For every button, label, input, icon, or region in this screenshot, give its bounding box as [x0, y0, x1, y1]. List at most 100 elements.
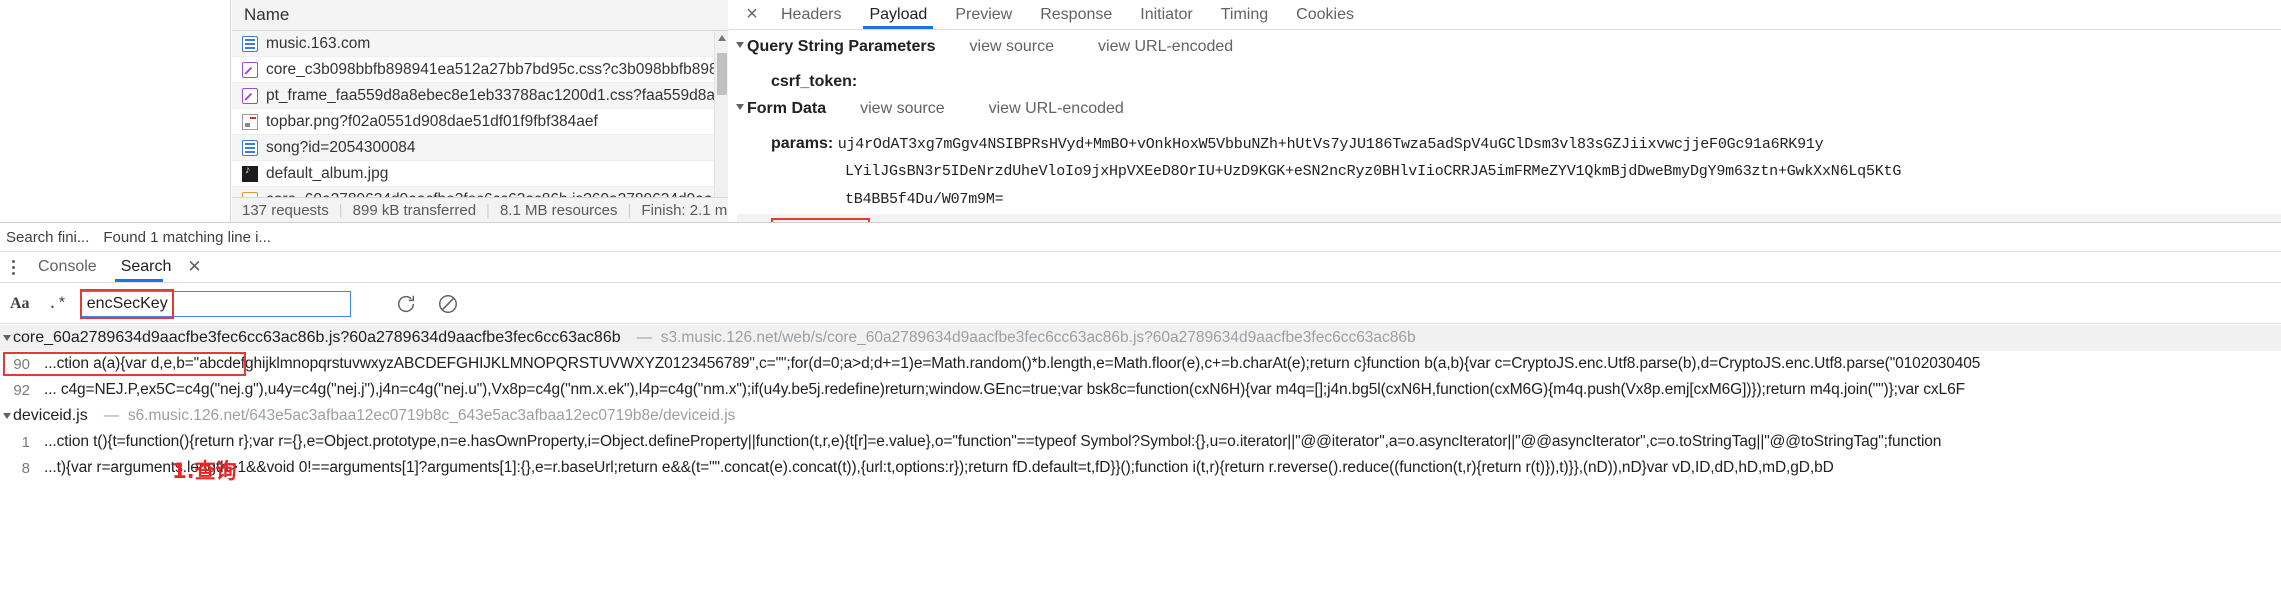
- result-line-code: ... c4g=NEJ.P,ex5C=c4g("nej.g"),u4y=c4g(…: [44, 381, 1965, 398]
- result-file-url: — s6.music.126.net/643e5ac3afbaa12ec0719…: [103, 407, 736, 424]
- tab-preview[interactable]: Preview: [941, 0, 1026, 29]
- query-string-section-header[interactable]: Query String Parameters view source view…: [736, 38, 2281, 68]
- form-view-source-link[interactable]: view source: [860, 100, 944, 118]
- request-name: music.163.com: [266, 34, 371, 52]
- form-data-section-header[interactable]: Form Data view source view URL-encoded: [736, 100, 2281, 130]
- search-drawer: Search fini... Found 1 matching line i..…: [0, 222, 2281, 602]
- request-name: song?id=2054300084: [266, 138, 416, 156]
- annotation-1: 1.查询: [172, 459, 237, 483]
- summary-transferred: 899 kB transferred: [352, 201, 477, 219]
- search-finished-label: Search fini...: [6, 228, 90, 246]
- more-options-icon[interactable]: [0, 252, 26, 282]
- close-search-tab-icon[interactable]: ✕: [179, 257, 209, 277]
- chevron-down-icon[interactable]: [3, 413, 11, 419]
- result-line-number: 1: [21, 433, 30, 451]
- query-view-source-link[interactable]: view source: [970, 38, 1054, 56]
- tab-cookies[interactable]: Cookies: [1282, 0, 1368, 29]
- chevron-down-icon[interactable]: [3, 335, 11, 341]
- result-file-name: deviceid.js: [13, 407, 88, 424]
- params-value-line3: tB4BB5f4Du/W07m9M=: [845, 191, 1004, 208]
- tab-response[interactable]: Response: [1026, 0, 1126, 29]
- document-icon: [242, 35, 258, 52]
- summary-divider: |: [338, 201, 343, 219]
- waterfall-blank-area: [0, 0, 231, 222]
- request-name: topbar.png?f02a0551d908dae51df01f9fbf384…: [266, 112, 598, 130]
- summary-requests: 137 requests: [242, 201, 329, 219]
- summary-divider: |: [486, 201, 490, 219]
- close-icon[interactable]: ×: [737, 0, 767, 29]
- search-matches-label: Found 1 matching line i...: [103, 228, 271, 246]
- summary-divider: |: [627, 201, 632, 219]
- request-detail-pane: × Headers Payload Preview Response Initi…: [729, 0, 2281, 270]
- devtools-window: Name music.163.com core_c3b098bbfb898941…: [0, 0, 2281, 602]
- image-icon: [242, 164, 258, 182]
- search-results: core_60a2789634d9aacfbe3fec6cc63ac86b.js…: [0, 325, 2281, 481]
- tab-console[interactable]: Console: [26, 252, 109, 282]
- scroll-up-arrow-icon[interactable]: [718, 35, 726, 41]
- tab-headers[interactable]: Headers: [767, 0, 855, 29]
- refresh-icon[interactable]: [395, 293, 417, 315]
- network-summary-bar: 137 requests | 899 kB transferred | 8.1 …: [232, 197, 728, 222]
- request-name: core_c3b098bbfb898941ea512a27bb7bd95c.cs…: [266, 60, 728, 78]
- search-status-bar: Search fini... Found 1 matching line i..…: [0, 223, 340, 251]
- result-line[interactable]: 1 ...ction t(){t=function(){return r};va…: [0, 429, 2281, 455]
- summary-finish: Finish: 2.1 min: [641, 201, 728, 219]
- name-column: Name music.163.com core_c3b098bbfb898941…: [232, 0, 728, 239]
- query-string-title: Query String Parameters: [747, 38, 936, 55]
- match-case-icon[interactable]: Aa: [10, 295, 30, 313]
- result-line[interactable]: 8 ...t){var r=arguments.length>1&&void 0…: [0, 455, 2281, 481]
- result-line-number: 90: [13, 355, 30, 373]
- request-row-default-album[interactable]: default_album.jpg: [232, 161, 728, 187]
- tab-initiator[interactable]: Initiator: [1126, 0, 1206, 29]
- tab-search[interactable]: Search: [109, 252, 184, 282]
- request-row-music163[interactable]: music.163.com: [232, 31, 728, 57]
- request-row-topbar-png[interactable]: topbar.png?f02a0551d908dae51df01f9fbf384…: [232, 109, 728, 135]
- result-line-number: 92: [13, 381, 30, 399]
- tab-payload[interactable]: Payload: [855, 0, 941, 29]
- csrf-token-key: csrf_token:: [771, 73, 858, 90]
- result-line[interactable]: 90 ...ction a(a){var d,e,b="abcdefghijkl…: [0, 351, 2281, 377]
- request-list-scrollbar[interactable]: [714, 31, 728, 222]
- params-key: params:: [771, 135, 834, 152]
- tab-timing[interactable]: Timing: [1207, 0, 1282, 29]
- stylesheet-icon: [242, 87, 258, 104]
- params-row: params: uj4rOdAT3xg7mGgv4NSIBPRsHVyd+MmB…: [737, 130, 2281, 158]
- request-detail-tabbar: × Headers Payload Preview Response Initi…: [729, 0, 2281, 30]
- stylesheet-icon: [242, 61, 258, 78]
- result-line[interactable]: 92 ... c4g=NEJ.P,ex5C=c4g("nej.g"),u4y=c…: [0, 377, 2281, 403]
- request-row-song[interactable]: song?id=2054300084: [232, 135, 728, 161]
- clear-icon[interactable]: [437, 293, 459, 315]
- network-panel: Name music.163.com core_c3b098bbfb898941…: [0, 0, 2281, 270]
- params-value-line1: uj4rOdAT3xg7mGgv4NSIBPRsHVyd+MmBO+vOnkHo…: [837, 136, 1824, 153]
- result-line-number: 8: [21, 459, 30, 477]
- document-icon: [242, 139, 258, 156]
- image-icon: [242, 113, 258, 130]
- request-name: default_album.jpg: [266, 164, 389, 182]
- result-line-code: ...t){var r=arguments.length>1&&void 0!=…: [44, 459, 1834, 476]
- request-name: pt_frame_faa559d8a8ebec8e1eb33788ac1200d…: [266, 86, 728, 104]
- request-row-core-css[interactable]: core_c3b098bbfb898941ea512a27bb7bd95c.cs…: [232, 57, 728, 83]
- regex-icon[interactable]: .*: [48, 295, 67, 313]
- result-line-code: ...ction t(){t=function(){return r};var …: [44, 433, 1942, 450]
- form-data-title: Form Data: [747, 100, 827, 117]
- search-input-wrapper[interactable]: [79, 288, 351, 319]
- summary-resources: 8.1 MB resources: [499, 201, 618, 219]
- search-toolbar: Aa .*: [0, 284, 2281, 324]
- result-file-deviceid-js[interactable]: deviceid.js — s6.music.126.net/643e5ac3a…: [0, 403, 2281, 429]
- result-file-core-js[interactable]: core_60a2789634d9aacfbe3fec6cc63ac86b.js…: [0, 325, 2281, 351]
- scrollbar-thumb[interactable]: [717, 53, 727, 95]
- form-view-url-encoded-link[interactable]: view URL-encoded: [989, 100, 1124, 118]
- csrf-token-row: csrf_token:: [737, 68, 2281, 96]
- search-actions: [395, 293, 459, 315]
- chevron-down-icon[interactable]: [736, 104, 744, 110]
- result-file-url: — s3.music.126.net/web/s/core_60a2789634…: [636, 329, 1416, 346]
- result-line-code: ...ction a(a){var d,e,b="abcdefghijklmno…: [44, 355, 1981, 372]
- params-value-line2: LYilJGsBN3r5IDeNrzdUheVloIo9jxHpVXEeD8Or…: [845, 163, 1902, 180]
- name-column-header[interactable]: Name: [232, 0, 728, 31]
- query-view-url-encoded-link[interactable]: view URL-encoded: [1098, 38, 1233, 56]
- request-row-ptframe-css[interactable]: pt_frame_faa559d8a8ebec8e1eb33788ac1200d…: [232, 83, 728, 109]
- search-input[interactable]: [81, 291, 350, 316]
- result-file-name: core_60a2789634d9aacfbe3fec6cc63ac86b.js…: [13, 329, 621, 346]
- chevron-down-icon[interactable]: [736, 42, 744, 48]
- network-requests-pane: Name music.163.com core_c3b098bbfb898941…: [0, 0, 728, 239]
